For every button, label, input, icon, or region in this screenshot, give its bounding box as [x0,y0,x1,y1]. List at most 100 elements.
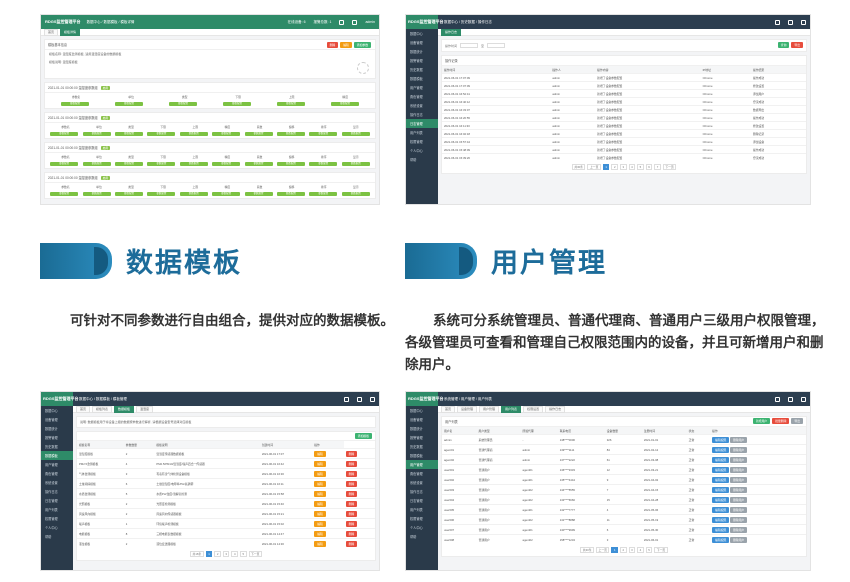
edit-permission-button[interactable]: 编辑权限 [712,476,730,483]
param-config-button[interactable]: 参数配置 [115,102,143,106]
bell-icon[interactable] [788,19,793,25]
tab-item[interactable]: 首页 [441,405,456,413]
table-row[interactable]: 2021-06-01 15:48:09 admin 新增了设备参数配置 Chrome 操… [442,145,806,154]
delete-user-button[interactable]: 删除用户 [730,436,748,443]
page-button[interactable]: 共30条 [571,164,586,170]
delete-button[interactable]: 删除 [345,500,358,507]
delete-user-button[interactable]: 删除用户 [730,476,748,483]
edit-button[interactable]: 编辑 [314,470,326,477]
param-config-button[interactable]: 参数配置 [50,132,79,136]
param-config-button[interactable]: 参数配置 [212,132,241,136]
sidebar-item[interactable]: 日志管理 [41,496,73,505]
param-config-button[interactable]: 参数配置 [212,192,241,196]
table-row[interactable]: 水质监测模板 5 水质PH/浊度/溶解氧检测 2021-06-01 15:58 编辑 删除 [77,488,375,499]
page-button[interactable]: 上一页 [596,547,610,553]
page-button[interactable]: 下一页 [662,164,677,170]
table-row[interactable]: 气体监测模板 3 有毒有害气体检测设备模板 2021-06-01 16:30 编辑 删除 [77,468,375,479]
edit-permission-button[interactable]: 编辑权限 [712,436,730,443]
sidebar-item[interactable]: 帮助 [41,532,73,541]
edit-button[interactable]: 编辑 [340,42,352,48]
param-config-button[interactable]: 参数配置 [114,162,143,166]
edit-permission-button[interactable]: 编辑权限 [712,526,730,533]
add-param-button[interactable]: 添加参数 [353,42,371,48]
table-row[interactable]: agent02 普通代理商 admin 137****2222 61 2021-03-08… [442,454,806,465]
edit-button[interactable]: 编辑 [314,460,326,467]
param-config-button[interactable]: 参数配置 [114,132,143,136]
add-user-button[interactable]: 新增用户 [752,418,771,424]
sidebar-item[interactable]: 报警管理 [41,433,73,442]
fullscreen-icon[interactable] [775,396,780,402]
sidebar-item[interactable]: 设备管理 [41,415,73,424]
sidebar-item[interactable]: 数据中心 [41,406,73,415]
tab-item[interactable]: 用户列表 [501,405,522,413]
edit-button[interactable]: 编辑 [314,540,326,547]
page-button[interactable]: 1 [611,547,619,553]
param-config-button[interactable]: 参数配置 [331,102,359,106]
page-button[interactable]: 3 [620,164,627,170]
page-button[interactable]: 3 [222,551,230,557]
delete-user-button[interactable]: 删除用户 [730,506,748,513]
edit-button[interactable]: 编辑 [314,500,326,507]
tab-item[interactable]: 用户管理 [479,405,500,413]
param-config-button[interactable]: 参数配置 [244,162,273,166]
user-name[interactable]: admin [365,20,375,24]
table-row[interactable]: 光照模板 2 光照度检测模板 2021-06-01 15:40 编辑 删除 [77,498,375,509]
sidebar-item[interactable]: 操作日志 [406,487,438,496]
table-row[interactable]: user005 普通用户 agent01 132****7777 4 2021-05-06… [442,504,806,515]
edit-permission-button[interactable]: 编辑权限 [712,446,730,453]
delete-button[interactable]: 删除 [345,450,358,457]
bell-icon[interactable] [357,396,362,402]
tab-item[interactable]: 设备管理 [457,405,478,413]
page-button[interactable]: 1 [205,551,213,557]
param-config-button[interactable]: 参数配置 [169,102,197,106]
tab-template-detail[interactable]: 模板详情 [60,28,81,36]
page-button[interactable]: 2 [620,547,627,553]
table-row[interactable]: user007 普通用户 agent01 130****9999 6 2021-05-30… [442,524,806,535]
sidebar-item[interactable]: 角色管理 [406,92,438,101]
param-config-button[interactable]: 参数配置 [276,132,305,136]
edit-permission-button[interactable]: 编辑权限 [712,506,730,513]
sidebar-item[interactable]: 报警管理 [406,433,438,442]
table-row[interactable]: 2021-06-01 16:40:12 admin 新增了设备参数配置 Chrome 登… [442,97,806,106]
sidebar-item[interactable]: 用户管理 [406,460,438,469]
delete-button[interactable]: 删除 [345,520,358,527]
delete-button[interactable]: 删除 [345,470,358,477]
param-config-button[interactable]: 参数配置 [277,102,305,106]
sidebar-item[interactable]: 用户列表 [406,128,438,137]
delete-user-button[interactable]: 删除用户 [730,466,748,473]
table-row[interactable]: user004 普通用户 agent02 133****6666 15 2021-04-2… [442,494,806,505]
sidebar-item[interactable]: 数据统计 [406,47,438,56]
table-row[interactable]: 噪声模板 1 环境噪声检测模板 2021-06-01 15:02 编辑 删除 [77,518,375,529]
param-config-button[interactable]: 参数配置 [50,162,79,166]
fullscreen-icon[interactable] [344,396,349,402]
page-button[interactable]: 下一页 [654,547,668,553]
tab-item[interactable]: 模板列表 [92,405,113,413]
sidebar-item[interactable]: 角色管理 [41,469,73,478]
table-row[interactable]: 2021-06-01 16:52:41 admin 新增了设备参数配置 Chrome 添… [442,89,806,98]
sidebar-item[interactable]: 历史数据 [406,65,438,74]
tab-item[interactable]: 温湿度 [136,405,154,413]
param-config-button[interactable]: 参数配置 [309,132,338,136]
table-row[interactable]: 2021-06-01 15:57:44 admin 新增了设备参数配置 Chrome 添… [442,137,806,146]
sidebar-item[interactable]: 用户列表 [406,505,438,514]
sidebar-item[interactable]: 数据统计 [406,424,438,433]
sidebar-item[interactable]: 个人中心 [41,523,73,532]
sidebar-item[interactable]: 历史数据 [41,442,73,451]
page-button[interactable]: 上一页 [587,164,601,170]
sidebar-item[interactable]: 数据中心 [406,406,438,415]
fullscreen-icon[interactable] [775,19,780,25]
param-config-button[interactable]: 参数配置 [276,192,305,196]
sidebar-item[interactable]: 权限管理 [406,137,438,146]
delete-user-button[interactable]: 删除用户 [730,486,748,493]
page-button[interactable]: 下一页 [248,551,262,557]
table-row[interactable]: PM2.5监测模板 4 PM2.5/PM10/温湿度/噪声四合一传感器 2021-06… [77,458,375,469]
param-config-button[interactable]: 参数配置 [341,132,370,136]
bell-icon[interactable] [352,19,358,25]
user-icon[interactable] [801,19,806,25]
param-config-button[interactable]: 参数配置 [341,162,370,166]
sidebar-item[interactable]: 日志管理 [406,119,438,128]
table-row[interactable]: user006 普通用户 agent02 131****8888 11 2021-05-1… [442,514,806,525]
sidebar-item[interactable]: 用户列表 [41,505,73,514]
delete-user-button[interactable]: 删除用户 [730,536,748,543]
sidebar-item[interactable]: 设备管理 [406,38,438,47]
